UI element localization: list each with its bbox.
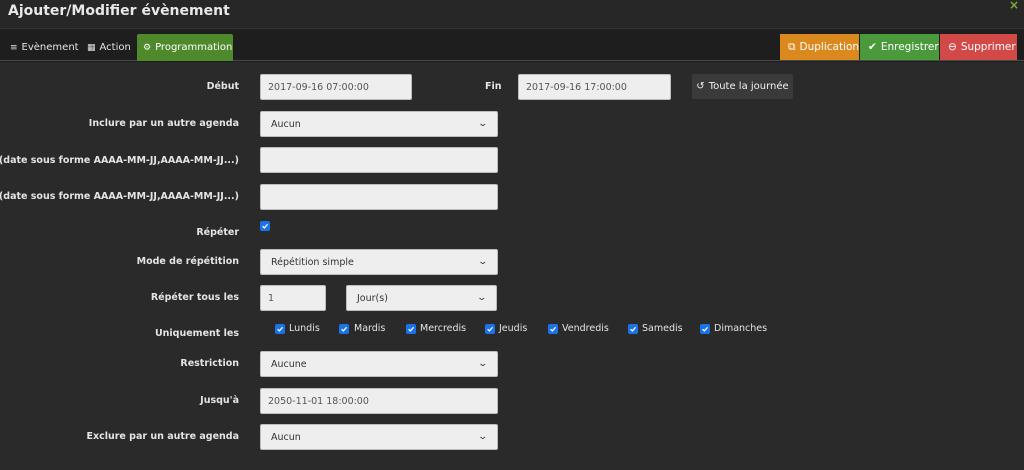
save-button[interactable]: ✔ Enregistrer (860, 34, 939, 60)
tab-action-label: Action (99, 42, 131, 53)
chevron-down-icon: ⌄ (477, 359, 489, 369)
day-label-mardis: Mardis (354, 323, 386, 334)
chevron-down-icon: ⌄ (476, 293, 488, 303)
check-icon (487, 326, 494, 332)
calendar-icon: ▦ (87, 42, 96, 53)
start-label: Début (206, 81, 239, 92)
tab-event[interactable]: ≡ Evènement (4, 34, 85, 61)
day-checkbox-lundis[interactable] (275, 324, 285, 334)
include-agenda-label: Inclure par un autre agenda (88, 118, 239, 129)
check-circle-icon: ✔ (868, 41, 877, 53)
until-input[interactable]: 2050-11-01 18:00:00 (260, 388, 498, 414)
day-checkbox-mercredis[interactable] (406, 324, 416, 334)
repeat-every-input[interactable]: 1 (260, 285, 326, 311)
tab-action[interactable]: ▦ Action (81, 34, 137, 61)
repeat-unit-select[interactable]: Jour(s) ⌄ (346, 285, 497, 311)
gears-icon: ⚙ (143, 42, 152, 53)
save-label: Enregistrer (880, 41, 939, 53)
chevron-down-icon: ⌄ (477, 119, 489, 129)
repeat-unit-value: Jour(s) (357, 292, 388, 304)
tab-programmation-label: Programmation (155, 42, 233, 53)
repeat-label: Répéter (196, 227, 239, 238)
check-icon (408, 326, 415, 332)
day-label-mercredis: Mercredis (420, 323, 467, 334)
include-agenda-value: Aucun (271, 118, 301, 130)
repeat-mode-value: Répétition simple (271, 256, 354, 268)
check-icon (702, 326, 709, 332)
check-icon (550, 326, 557, 332)
tab-programmation[interactable]: ⚙ Programmation (137, 34, 233, 61)
duplicate-label: Duplication (799, 41, 860, 53)
day-label-dimanches: Dimanches (714, 323, 768, 334)
day-checkbox-vendredis[interactable] (548, 324, 558, 334)
include-dates-label: Inclure (date sous forme AAAA-MM-JJ,AAAA… (0, 155, 239, 166)
check-icon (277, 326, 284, 332)
day-label-jeudis: Jeudis (499, 323, 528, 334)
copy-icon: ⧉ (788, 40, 796, 53)
check-icon (630, 326, 637, 332)
exclude-dates-input[interactable] (260, 184, 498, 210)
repeat-checkbox[interactable] (260, 221, 270, 231)
end-input[interactable]: 2017-09-16 17:00:00 (518, 74, 671, 100)
exclude-agenda-value: Aucun (271, 431, 301, 443)
minus-circle-icon: ⊖ (948, 41, 957, 53)
all-day-label: Toute la journée (708, 81, 789, 92)
tab-event-label: Evènement (21, 42, 79, 53)
duplicate-button[interactable]: ⧉ Duplication (780, 34, 859, 60)
start-input[interactable]: 2017-09-16 07:00:00 (260, 74, 412, 100)
day-label-samedis: Samedis (642, 323, 683, 334)
exclude-agenda-label: Exclure par un autre agenda (86, 431, 239, 442)
repeat-every-label: Répéter tous les (150, 292, 239, 303)
day-label-vendredis: Vendredis (562, 323, 609, 334)
all-day-button[interactable]: ↺ Toute la journée (692, 74, 793, 99)
delete-button[interactable]: ⊖ Supprimer (940, 34, 1017, 60)
include-agenda-select[interactable]: Aucun ⌄ (260, 111, 498, 137)
day-checkbox-samedis[interactable] (628, 324, 638, 334)
modal-title: Ajouter/Modifier évènement (8, 3, 230, 19)
only-days-label: Uniquement les (154, 328, 239, 339)
close-icon[interactable]: × (1009, 0, 1019, 12)
exclude-dates-label: Exclure (date sous forme AAAA-MM-JJ,AAAA… (0, 191, 239, 202)
end-label: Fin (485, 81, 502, 92)
check-icon (341, 326, 348, 332)
repeat-mode-select[interactable]: Répétition simple ⌄ (260, 249, 498, 275)
history-icon: ↺ (696, 81, 705, 92)
chevron-down-icon: ⌄ (477, 432, 489, 442)
chevron-down-icon: ⌄ (477, 257, 489, 267)
restriction-value: Aucune (271, 358, 307, 370)
exclude-agenda-select[interactable]: Aucun ⌄ (260, 424, 498, 450)
delete-label: Supprimer (960, 41, 1016, 53)
repeat-mode-label: Mode de répétition (136, 256, 239, 267)
day-label-lundis: Lundis (289, 323, 320, 334)
day-checkbox-mardis[interactable] (339, 324, 349, 334)
until-label: Jusqu'à (200, 395, 239, 406)
restriction-label: Restriction (180, 358, 239, 369)
day-checkbox-jeudis[interactable] (485, 324, 495, 334)
day-checkbox-dimanches[interactable] (700, 324, 710, 334)
modal-titlebar: Ajouter/Modifier évènement × (0, 0, 1024, 29)
list-icon: ≡ (10, 42, 18, 53)
restriction-select[interactable]: Aucune ⌄ (260, 351, 498, 377)
include-dates-input[interactable] (260, 147, 498, 173)
check-icon (262, 223, 269, 229)
